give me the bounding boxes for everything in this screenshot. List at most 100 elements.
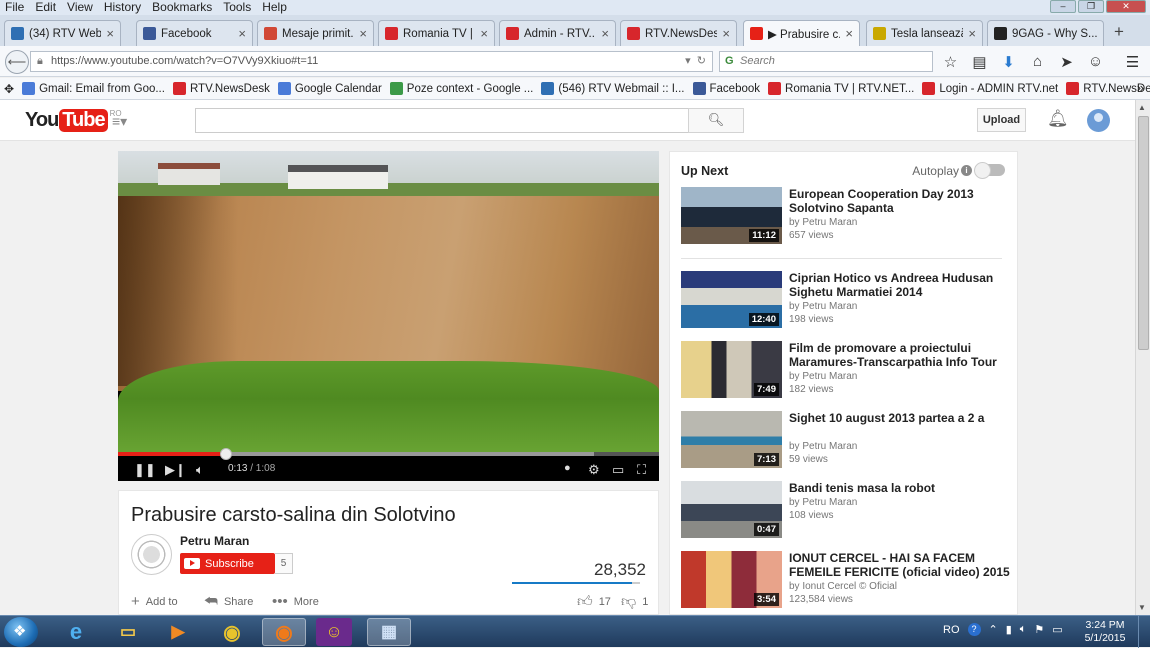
maximize-icon[interactable]: ❐: [1078, 0, 1104, 13]
video-thumbnail[interactable]: 0:47: [681, 481, 782, 538]
tab-7[interactable]: ▶ Prabusire c... ×: [743, 20, 860, 46]
more-button[interactable]: ••• More: [272, 593, 319, 610]
search-button[interactable]: 🔍︎: [688, 108, 744, 133]
tab-5[interactable]: Admin - RTV.... ×: [499, 20, 616, 46]
youtube-logo[interactable]: You Tube RO: [25, 109, 122, 132]
menu-icon[interactable]: ☰: [1124, 53, 1141, 71]
volume-icon[interactable]: 🔈︎: [196, 462, 204, 478]
chrome-icon[interactable]: ◉: [210, 618, 254, 646]
chat-icon[interactable]: ☺: [1087, 53, 1104, 71]
subscribe-button[interactable]: Subscribe: [180, 553, 275, 574]
menu-edit[interactable]: Edit: [35, 0, 56, 15]
scroll-down-icon[interactable]: ▼: [1138, 603, 1146, 612]
tab-1[interactable]: (34) RTV Web... ×: [4, 20, 121, 46]
speaker-icon[interactable]: 🔈︎: [1020, 623, 1027, 636]
up-next-item[interactable]: 3:54 IONUT CERCEL - HAI SA FACEM FEMEILE …: [681, 551, 1011, 609]
address-bar[interactable]: 🔒︎ https://www.youtube.com/watch?v=O7VVy…: [30, 51, 713, 72]
fullscreen-icon[interactable]: ⛶: [637, 462, 646, 478]
up-next-item[interactable]: 11:12 European Cooperation Day 2013 Solot…: [681, 187, 1011, 245]
network-icon[interactable]: ▮: [1006, 623, 1012, 636]
internet-explorer-icon[interactable]: e: [54, 618, 98, 646]
clock[interactable]: 3:24 PM 5/1/2015: [1082, 619, 1128, 645]
close-tab-icon[interactable]: ×: [968, 26, 976, 41]
up-next-item[interactable]: 0:47 Bandi tenis masa la robot by Petru Ma…: [681, 481, 1011, 539]
video-frame[interactable]: [118, 151, 659, 456]
info-icon[interactable]: ●: [564, 462, 571, 474]
video-thumbnail[interactable]: 7:13: [681, 411, 782, 468]
like-button[interactable]: 👍︎ 17: [577, 593, 611, 611]
close-tab-icon[interactable]: ×: [845, 26, 853, 41]
guide-menu-icon[interactable]: ≡▾: [112, 113, 127, 130]
progress-bar[interactable]: [118, 448, 659, 460]
menu-view[interactable]: View: [67, 0, 93, 15]
close-tab-icon[interactable]: ×: [480, 26, 488, 41]
download-icon[interactable]: ⬇: [1000, 53, 1017, 71]
tray-expand-icon[interactable]: ⌃: [989, 623, 998, 636]
menu-history[interactable]: History: [104, 0, 141, 15]
reload-icon[interactable]: ▾ ↻: [685, 52, 706, 71]
info-icon[interactable]: i: [961, 165, 972, 176]
video-thumbnail[interactable]: 7:49: [681, 341, 782, 398]
close-tab-icon[interactable]: ×: [722, 26, 730, 41]
bookmark-star-icon[interactable]: ☆: [942, 53, 959, 71]
video-title-link[interactable]: IONUT CERCEL - HAI SA FACEM FEMEILE FERI…: [789, 551, 1011, 579]
theater-mode-icon[interactable]: ▭: [612, 462, 624, 478]
calculator-icon[interactable]: ▦: [367, 618, 411, 646]
menu-file[interactable]: File: [5, 0, 24, 15]
tab-3[interactable]: Mesaje primit... ×: [257, 20, 374, 46]
dislike-button[interactable]: 👎︎ 1: [621, 593, 648, 611]
minimize-icon[interactable]: –: [1050, 0, 1076, 13]
tab-8[interactable]: Tesla lansează... ×: [866, 20, 983, 46]
language-indicator[interactable]: RO: [943, 624, 960, 636]
tab-6[interactable]: RTV.NewsDesk ×: [620, 20, 737, 46]
bookmark-item[interactable]: Romania TV | RTV.NET...: [768, 82, 914, 95]
video-thumbnail[interactable]: 11:12: [681, 187, 782, 244]
media-player-icon[interactable]: ▶: [156, 618, 200, 646]
home-icon[interactable]: ⌂: [1029, 53, 1046, 71]
firefox-icon[interactable]: ◉: [262, 618, 306, 646]
tab-9[interactable]: 9GAG - Why S...: [987, 20, 1104, 46]
settings-gear-icon[interactable]: ⚙: [588, 462, 600, 478]
scroll-up-icon[interactable]: ▲: [1138, 103, 1146, 112]
close-tab-icon[interactable]: ×: [601, 26, 609, 41]
bookmarks-drag-icon[interactable]: ✥: [4, 82, 14, 96]
bookmarks-list-icon[interactable]: ▤: [971, 53, 988, 71]
help-icon[interactable]: ?: [967, 623, 981, 636]
autoplay-toggle[interactable]: [974, 162, 1005, 179]
start-button[interactable]: [4, 617, 38, 647]
bookmark-item[interactable]: Login - ADMIN RTV.net: [922, 82, 1058, 95]
upload-button[interactable]: Upload: [977, 108, 1026, 132]
pause-icon[interactable]: ❚❚: [134, 462, 156, 478]
video-thumbnail[interactable]: 12:40: [681, 271, 782, 328]
video-thumbnail[interactable]: 3:54: [681, 551, 782, 608]
video-title-link[interactable]: European Cooperation Day 2013 Solotvino …: [789, 187, 1011, 215]
menu-tools[interactable]: Tools: [223, 0, 251, 15]
bookmarks-overflow-icon[interactable]: »: [1137, 80, 1144, 95]
close-window-icon[interactable]: ✕: [1106, 0, 1146, 13]
page-scrollbar[interactable]: ▲ ▼: [1135, 100, 1150, 615]
menu-bookmarks[interactable]: Bookmarks: [152, 0, 212, 15]
channel-avatar[interactable]: [131, 534, 172, 575]
tab-4[interactable]: Romania TV | ... ×: [378, 20, 495, 46]
back-arrow-icon[interactable]: ⟵: [5, 50, 29, 74]
bookmark-item[interactable]: RTV.NewsDesk: [172, 82, 270, 95]
up-next-item[interactable]: 7:13 Sighet 10 august 2013 partea a 2 a by…: [681, 411, 1011, 469]
video-title-link[interactable]: Sighet 10 august 2013 partea a 2 a: [789, 411, 1011, 425]
new-tab-icon[interactable]: +: [1114, 22, 1124, 42]
avatar[interactable]: [1087, 109, 1110, 132]
yahoo-messenger-icon[interactable]: ☺: [316, 618, 352, 646]
bookmark-item[interactable]: (546) RTV Webmail :: I...: [541, 82, 685, 95]
menu-help[interactable]: Help: [262, 0, 287, 15]
up-next-item[interactable]: 7:49 Film de promovare a proiectului Mara…: [681, 341, 1011, 399]
youtube-search-input[interactable]: [195, 108, 689, 133]
display-icon[interactable]: ▭: [1052, 623, 1062, 636]
video-title-link[interactable]: Film de promovare a proiectului Maramure…: [789, 341, 1011, 369]
next-icon[interactable]: ▶❙: [165, 462, 186, 478]
bookmark-item[interactable]: Google Calendar: [277, 82, 382, 95]
tab-2[interactable]: Facebook ×: [136, 20, 253, 46]
share-button[interactable]: ⮪ Share: [204, 593, 253, 610]
search-field[interactable]: G Search: [719, 51, 933, 72]
channel-name[interactable]: Petru Maran: [180, 534, 249, 548]
up-next-item[interactable]: 12:40 Ciprian Hotico vs Andreea Hudusan S…: [681, 271, 1011, 329]
bookmark-item[interactable]: Gmail: Email from Goo...: [22, 82, 165, 95]
